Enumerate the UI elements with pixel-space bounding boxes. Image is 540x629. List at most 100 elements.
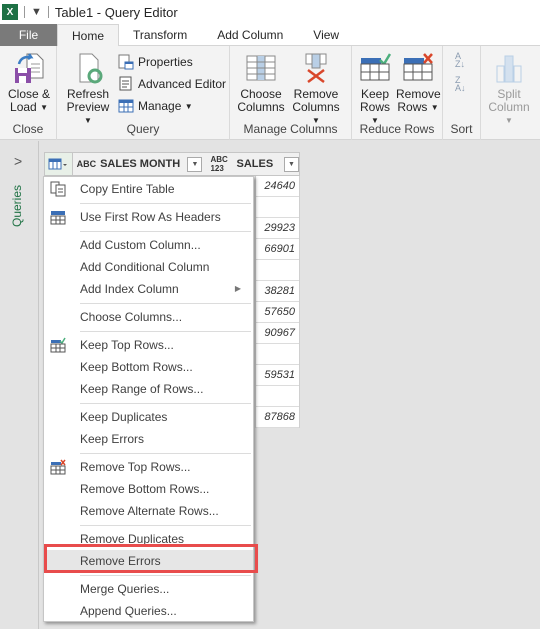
menu-item-label: Add Index Column	[80, 282, 179, 296]
table-cell[interactable]: 24640	[256, 176, 299, 197]
column-header-sales[interactable]: ABC 123 SALES ▼	[206, 153, 299, 175]
menu-divider	[80, 525, 251, 526]
table-cell[interactable]: 66901	[256, 239, 299, 260]
menu-item-keep-top-rows[interactable]: Keep Top Rows...	[44, 334, 253, 356]
tab-view[interactable]: View	[299, 24, 353, 46]
menu-divider	[80, 231, 251, 232]
group-label-reduce-rows: Reduce Rows	[359, 122, 435, 136]
customize-qat-icon[interactable]: ▼	[31, 6, 42, 18]
menu-item-remove-top-rows[interactable]: Remove Top Rows...	[44, 456, 253, 478]
advanced-editor-button[interactable]: Advanced Editor	[118, 74, 226, 94]
table-cell[interactable]: 87868	[256, 407, 299, 428]
menu-item-merge-queries[interactable]: Merge Queries...	[44, 578, 253, 600]
text-type-icon[interactable]: ABC	[77, 159, 97, 169]
menu-item-label: Merge Queries...	[80, 582, 170, 596]
chevron-down-icon: ▼	[40, 103, 48, 112]
tab-add-column[interactable]: Add Column	[201, 24, 299, 46]
chevron-down-icon: ▼	[184, 101, 193, 111]
table-cell[interactable]	[256, 344, 299, 365]
menu-item-add-index-column[interactable]: Add Index Column ▶	[44, 278, 253, 300]
table-menu-button[interactable]	[45, 153, 73, 175]
menu-item-choose-columns[interactable]: Choose Columns...	[44, 306, 253, 328]
table-icon	[48, 158, 68, 170]
menu-item-add-custom-column[interactable]: Add Custom Column...	[44, 234, 253, 256]
menu-divider	[80, 403, 251, 404]
remove-rows-icon	[402, 52, 434, 84]
menu-item-keep-range-of-rows[interactable]: Keep Range of Rows...	[44, 378, 253, 400]
menu-item-keep-bottom-rows[interactable]: Keep Bottom Rows...	[44, 356, 253, 378]
chevron-down-icon: ▼	[430, 103, 439, 112]
queries-pane-label[interactable]: Queries	[10, 185, 24, 245]
expand-queries-icon[interactable]: >	[14, 153, 22, 169]
ribbon-tabs: File Home Transform Add Column View	[0, 24, 540, 47]
table-cell[interactable]: 90967	[256, 323, 299, 344]
menu-item-remove-bottom-rows[interactable]: Remove Bottom Rows...	[44, 478, 253, 500]
table-cell[interactable]: 57650	[256, 302, 299, 323]
column-filter-dropdown[interactable]: ▼	[284, 156, 299, 172]
menu-item-keep-errors[interactable]: Keep Errors	[44, 428, 253, 450]
advanced-editor-icon	[118, 76, 134, 92]
tab-file[interactable]: File	[0, 24, 57, 46]
choose-columns-button[interactable]: Choose Columns	[236, 52, 286, 114]
menu-divider	[80, 203, 251, 204]
excel-icon[interactable]: X	[2, 4, 18, 20]
remove-columns-icon	[300, 52, 332, 84]
remove-columns-label-2: Columns	[292, 100, 340, 114]
ribbon: Close & Load ▼ Close Refresh Preview ▼ Q…	[0, 46, 540, 140]
menu-item-append-queries[interactable]: Append Queries...	[44, 600, 253, 622]
column-header-sales-month[interactable]: ABC SALES MONTH ▼	[73, 153, 203, 175]
group-label-sort: Sort	[450, 122, 473, 136]
divider	[47, 6, 49, 18]
remove-rows-label-2: Rows	[397, 100, 428, 114]
menu-item-label: Add Conditional Column	[80, 260, 210, 274]
table-cell[interactable]	[256, 197, 299, 218]
sort-descending-icon[interactable]: Z A↓	[455, 76, 466, 93]
menu-item-label: Keep Errors	[80, 432, 145, 446]
menu-item-label: Use First Row As Headers	[80, 210, 221, 224]
choose-columns-label-2: Columns	[237, 100, 285, 114]
table-cell[interactable]: 38281	[256, 281, 299, 302]
remove-columns-button[interactable]: Remove Columns ▼	[288, 52, 344, 127]
keep-rows-button[interactable]: Keep Rows ▼	[356, 52, 394, 127]
group-label-manage-columns: Manage Columns	[243, 122, 338, 136]
refresh-preview-button[interactable]: Refresh Preview ▼	[63, 52, 113, 127]
ribbon-group-reduce-rows: Keep Rows ▼ Remove Rows ▼ Reduce Rows	[352, 46, 443, 140]
any-type-icon[interactable]: ABC 123	[210, 155, 232, 173]
tab-home[interactable]: Home	[57, 24, 120, 47]
title-bar: X ▼ Table1 - Query Editor	[0, 0, 540, 24]
submenu-arrow-icon: ▶	[234, 284, 241, 293]
menu-item-copy-entire-table[interactable]: Copy Entire Table	[44, 178, 253, 200]
keep-rows-label-2: Rows	[359, 100, 390, 114]
menu-item-use-first-row-as-headers[interactable]: Use First Row As Headers	[44, 206, 253, 228]
menu-item-keep-duplicates[interactable]: Keep Duplicates	[44, 406, 253, 428]
menu-item-label: Remove Alternate Rows...	[80, 504, 219, 518]
copy-table-icon	[50, 181, 66, 197]
split-column-button[interactable]: Split Column ▼	[484, 52, 534, 127]
menu-item-add-conditional-column[interactable]: Add Conditional Column	[44, 256, 253, 278]
table-icon	[118, 98, 134, 114]
data-grid: ABC SALES MONTH ▼ ABC 123 SALES ▼	[44, 152, 300, 176]
menu-item-label: Keep Bottom Rows...	[80, 360, 193, 374]
sort-ascending-icon[interactable]: A Z↓	[455, 52, 465, 69]
properties-button[interactable]: Properties	[118, 52, 193, 72]
manage-label: Manage	[138, 99, 182, 113]
ribbon-group-manage-columns: Choose Columns Remove Columns ▼ Manage C…	[230, 46, 352, 140]
ribbon-group-sort: A Z↓ Z A↓ Sort	[443, 46, 481, 140]
remove-rows-icon	[50, 459, 66, 475]
manage-button[interactable]: Manage ▼	[118, 96, 193, 116]
table-cell[interactable]	[256, 386, 299, 407]
menu-item-remove-alternate-rows[interactable]: Remove Alternate Rows...	[44, 500, 253, 522]
choose-columns-icon	[245, 52, 277, 84]
menu-item-label: Choose Columns...	[80, 310, 183, 324]
menu-item-label: Keep Top Rows...	[80, 338, 174, 352]
column-filter-dropdown[interactable]: ▼	[187, 156, 203, 172]
table-cell[interactable]: 59531	[256, 365, 299, 386]
refresh-icon	[72, 52, 104, 84]
tab-transform[interactable]: Transform	[119, 24, 201, 46]
table-cell[interactable]	[256, 260, 299, 281]
grid-header: ABC SALES MONTH ▼ ABC 123 SALES ▼	[44, 152, 300, 176]
table-cell[interactable]: 29923	[256, 218, 299, 239]
close-load-button[interactable]: Close & Load ▼	[6, 52, 52, 114]
menu-divider	[80, 575, 251, 576]
remove-rows-button[interactable]: Remove Rows ▼	[396, 52, 441, 114]
